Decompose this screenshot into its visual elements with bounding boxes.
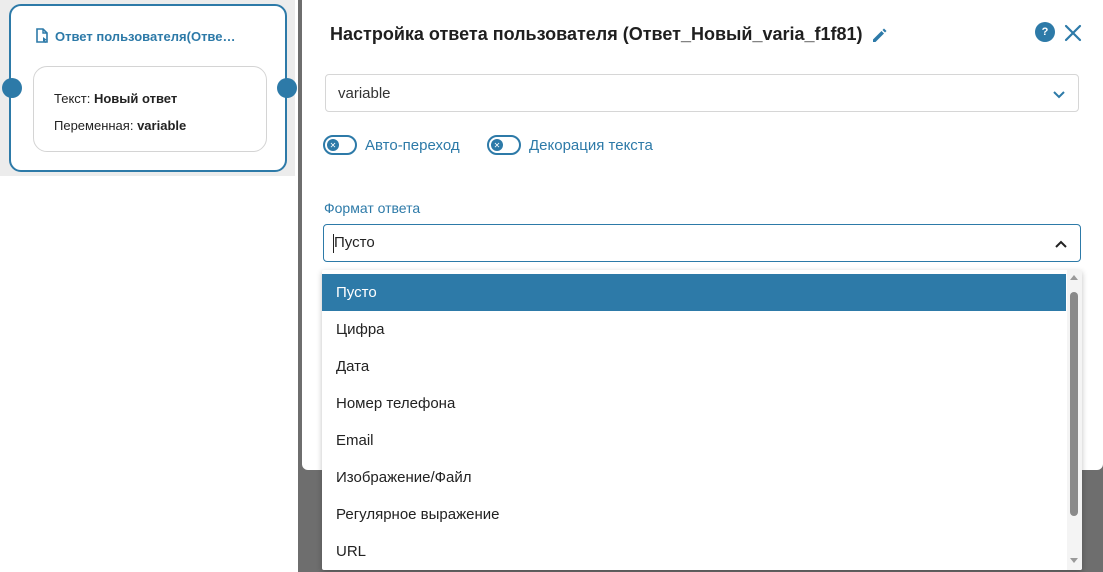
toggle-off-icon: ✕ (491, 139, 503, 151)
document-cursor-icon (36, 28, 48, 43)
response-format-value: Пусто (334, 234, 375, 251)
node-title: Ответ пользователя(Отве… (55, 28, 236, 44)
node-input-port[interactable] (2, 78, 22, 98)
node-variable-line: Переменная: variable (54, 118, 186, 133)
node-variable-value: variable (137, 118, 187, 133)
format-option-email[interactable]: Email (322, 422, 1066, 459)
format-option-empty[interactable]: Пусто (322, 274, 1066, 311)
response-format-label: Формат ответа (324, 200, 421, 216)
scroll-up-arrow-icon[interactable] (1070, 275, 1078, 280)
edit-pencil-icon[interactable] (871, 26, 889, 44)
help-button[interactable]: ? (1035, 22, 1055, 42)
panel-title: Настройка ответа пользователя (Ответ_Нов… (330, 24, 889, 45)
node-text-label: Текст: (54, 91, 91, 106)
variable-select-value: variable (338, 85, 391, 102)
format-option-date[interactable]: Дата (322, 348, 1066, 385)
dropdown-scrollbar[interactable] (1067, 270, 1082, 570)
chevron-up-icon (1055, 240, 1067, 248)
format-option-digit[interactable]: Цифра (322, 311, 1066, 348)
help-icon: ? (1041, 26, 1049, 38)
auto-transition-toggle-row[interactable]: ✕ Авто-переход (323, 135, 460, 155)
node-header: Ответ пользователя(Отве… (35, 28, 235, 44)
node-text-line: Текст: Новый ответ (54, 91, 177, 106)
scroll-thumb[interactable] (1070, 292, 1078, 516)
node-variable-label: Переменная: (54, 118, 134, 133)
format-option-file[interactable]: Изображение/Файл (322, 459, 1066, 496)
text-decoration-label: Декорация текста (529, 136, 653, 154)
node-body: Текст: Новый ответ Переменная: variable (33, 66, 267, 152)
panel-title-text: Настройка ответа пользователя (Ответ_Нов… (330, 24, 863, 44)
text-decoration-toggle-row[interactable]: ✕ Декорация текста (487, 135, 653, 155)
response-format-select[interactable]: Пусто (323, 224, 1081, 262)
auto-transition-toggle[interactable]: ✕ (323, 135, 357, 155)
node-text-value: Новый ответ (93, 91, 178, 106)
variable-select[interactable]: variable (325, 74, 1079, 112)
auto-transition-label: Авто-переход (365, 136, 460, 154)
scroll-down-arrow-icon[interactable] (1070, 558, 1078, 563)
user-response-node[interactable]: Ответ пользователя(Отве… Текст: Новый от… (9, 4, 287, 172)
format-option-url[interactable]: URL (322, 533, 1066, 570)
format-option-regex[interactable]: Регулярное выражение (322, 496, 1066, 533)
response-format-dropdown: Пусто Цифра Дата Номер телефона Email Из… (322, 270, 1082, 570)
node-output-port[interactable] (277, 78, 297, 98)
close-icon[interactable] (1063, 23, 1083, 43)
toggle-off-icon: ✕ (327, 139, 339, 151)
format-option-phone[interactable]: Номер телефона (322, 385, 1066, 422)
text-decoration-toggle[interactable]: ✕ (487, 135, 521, 155)
chevron-down-icon (1053, 91, 1065, 99)
